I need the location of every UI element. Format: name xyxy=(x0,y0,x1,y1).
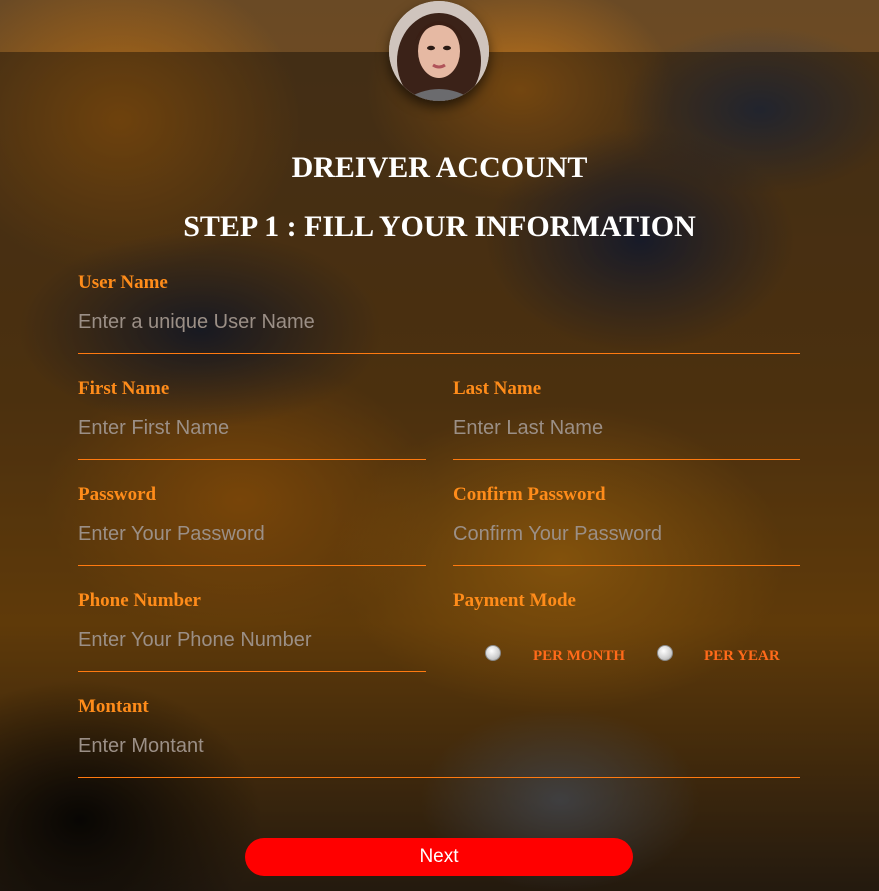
first-name-label: First Name xyxy=(78,378,170,399)
username-input[interactable] xyxy=(78,309,800,354)
first-name-field-group: First Name xyxy=(78,378,426,460)
last-name-input[interactable] xyxy=(453,415,800,460)
last-name-label: Last Name xyxy=(453,378,542,399)
radio-per-month[interactable] xyxy=(485,645,501,661)
page-title: DREIVER ACCOUNT xyxy=(291,151,588,184)
montant-input[interactable] xyxy=(78,733,800,778)
radio-label-per-month: PER MONTH xyxy=(533,648,626,664)
payment-mode-group: Payment Mode xyxy=(453,590,800,612)
payment-mode-label: Payment Mode xyxy=(453,590,576,611)
password-field-group: Password xyxy=(78,484,426,566)
confirm-password-input[interactable] xyxy=(453,521,800,566)
confirm-password-label: Confirm Password xyxy=(453,484,606,505)
confirm-password-field-group: Confirm Password xyxy=(453,484,800,566)
password-input[interactable] xyxy=(78,521,426,566)
radio-per-year[interactable] xyxy=(657,645,673,661)
first-name-input[interactable] xyxy=(78,415,426,460)
username-label: User Name xyxy=(78,272,168,293)
next-button[interactable]: Next xyxy=(245,838,633,876)
username-field-group: User Name xyxy=(78,272,800,354)
phone-field-group: Phone Number xyxy=(78,590,426,672)
phone-label: Phone Number xyxy=(78,590,201,611)
avatar-photo xyxy=(389,1,489,101)
page-subtitle: STEP 1 : FILL YOUR INFORMATION xyxy=(183,210,696,243)
last-name-field-group: Last Name xyxy=(453,378,800,460)
montant-label: Montant xyxy=(78,696,149,717)
password-label: Password xyxy=(78,484,157,505)
phone-input[interactable] xyxy=(78,627,426,672)
montant-field-group: Montant xyxy=(78,696,800,778)
radio-label-per-year: PER YEAR xyxy=(704,648,780,664)
avatar xyxy=(389,1,489,101)
